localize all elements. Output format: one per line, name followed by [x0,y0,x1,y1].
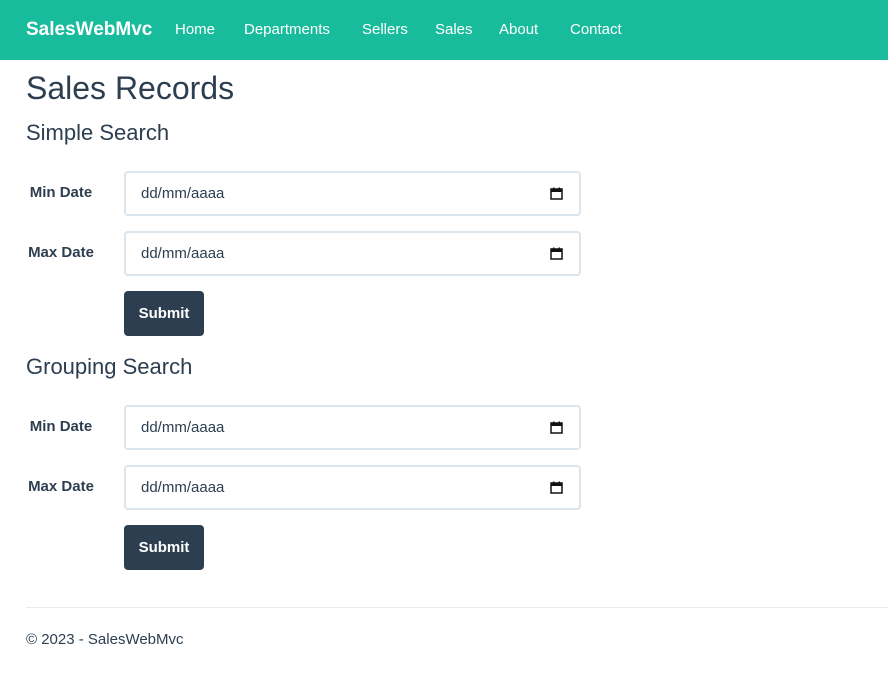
nav-departments[interactable]: Departments [244,21,330,38]
nav-home[interactable]: Home [175,21,215,38]
brand-link[interactable]: SalesWebMvc [26,19,152,41]
date-value: dd/mm/aaaa [141,185,225,202]
grouping-search-title: Grouping Search [26,354,193,379]
nav-sales[interactable]: Sales [435,21,473,38]
date-value: dd/mm/aaaa [141,479,225,496]
calendar-icon[interactable] [550,247,563,260]
simple-max-date-input[interactable]: dd/mm/aaaa [124,231,581,276]
calendar-icon[interactable] [550,187,563,200]
simple-submit-button[interactable]: Submit [124,291,204,336]
simple-min-date-input[interactable]: dd/mm/aaaa [124,171,581,216]
footer-copyright: © 2023 - SalesWebMvc [26,631,184,648]
date-value: dd/mm/aaaa [141,245,225,262]
grouping-submit-button[interactable]: Submit [124,525,204,570]
navbar: SalesWebMvc Home Departments Sellers Sal… [0,0,888,60]
grouping-max-date-input[interactable]: dd/mm/aaaa [124,465,581,510]
calendar-icon[interactable] [550,421,563,434]
nav-about[interactable]: About [499,21,538,38]
grouping-max-date-label: Max Date [28,478,94,495]
nav-contact[interactable]: Contact [570,21,622,38]
simple-min-date-label: Min Date [29,184,93,201]
grouping-min-date-input[interactable]: dd/mm/aaaa [124,405,581,450]
date-value: dd/mm/aaaa [141,419,225,436]
calendar-icon[interactable] [550,481,563,494]
simple-search-title: Simple Search [26,120,170,145]
page-title: Sales Records [26,70,235,106]
footer-divider [26,607,888,608]
simple-max-date-label: Max Date [28,244,94,261]
nav-sellers[interactable]: Sellers [362,21,408,38]
grouping-min-date-label: Min Date [29,418,93,435]
